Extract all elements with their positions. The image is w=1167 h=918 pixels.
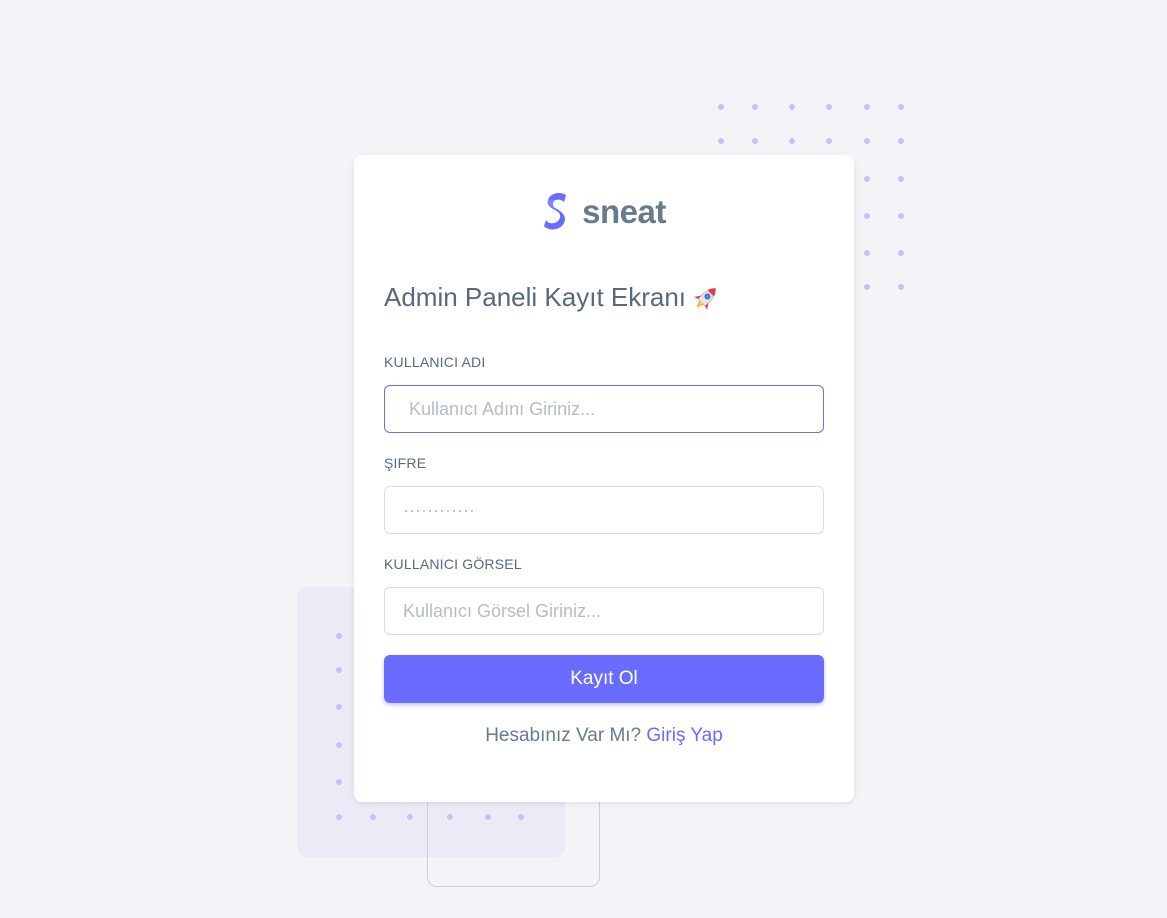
decorative-dot [864,284,870,290]
decorative-dot [864,104,870,110]
user-image-input[interactable] [384,587,824,635]
username-label: KULLANICI ADI [384,354,486,370]
username-input[interactable] [384,385,824,433]
decorative-dot [864,138,870,144]
decorative-dot [336,814,342,820]
decorative-dot [370,814,376,820]
password-label: ŞIFRE [384,455,427,471]
decorative-dot [336,633,342,639]
decorative-dot [752,104,758,110]
page-title-text: Admin Paneli Kayıt Ekranı [384,282,687,312]
decorative-dot [898,176,904,182]
decorative-dot [718,138,724,144]
register-card: sneat Admin Paneli Kayıt Ekranı KULLANIC… [354,155,854,802]
decorative-dot [447,814,453,820]
page: sneat Admin Paneli Kayıt Ekranı KULLANIC… [0,0,1167,918]
user-image-label: KULLANICI GÖRSEL [384,556,522,572]
decorative-dot [898,250,904,256]
rocket-icon [694,288,717,310]
decorative-dot [898,138,904,144]
decorative-dot [718,104,724,110]
decorative-dot [864,250,870,256]
decorative-dot [826,104,832,110]
decorative-dot [826,138,832,144]
login-prompt-text: Hesabınız Var Mı? [485,725,642,746]
decorative-dot [898,213,904,219]
decorative-dot [336,667,342,673]
sneat-s-logo-icon [544,192,567,230]
page-title: Admin Paneli Kayıt Ekranı [384,282,722,316]
register-button[interactable]: Kayıt Ol [384,655,824,703]
decorative-dot [336,742,342,748]
decorative-dot [789,138,795,144]
decorative-dot [789,104,795,110]
login-link[interactable]: Giriş Yap [646,725,722,746]
brand-name: sneat [582,192,666,230]
decorative-dot [752,138,758,144]
decorative-dot [518,814,524,820]
decorative-dot [485,814,491,820]
decorative-dot [898,284,904,290]
decorative-dot [864,213,870,219]
brand[interactable]: sneat [354,191,854,231]
decorative-dot [336,779,342,785]
decorative-dot [864,176,870,182]
decorative-dot [898,104,904,110]
decorative-dot [336,704,342,710]
password-input[interactable] [384,486,824,534]
decorative-dot [407,814,413,820]
login-prompt: Hesabınız Var Mı? Giriş Yap [354,725,854,747]
